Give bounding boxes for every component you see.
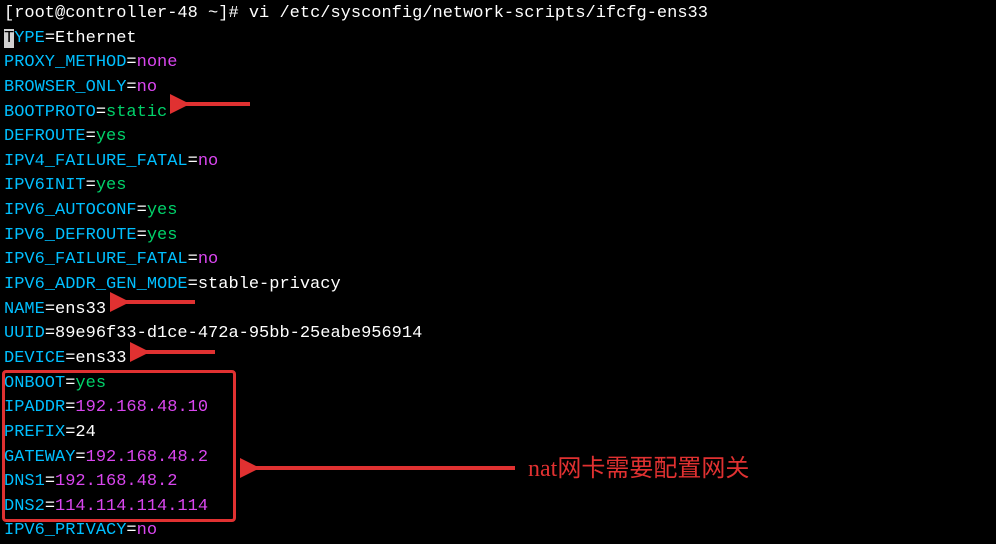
config-val: static	[106, 103, 167, 122]
config-eq: =	[126, 521, 136, 540]
config-key: NAME	[4, 300, 45, 319]
config-line-ipv6def: IPV6_DEFROUTE=yes	[4, 224, 992, 249]
config-line-browser: BROWSER_ONLY=no	[4, 76, 992, 101]
config-line-onboot: ONBOOT=yes	[4, 372, 992, 397]
config-key: UUID	[4, 324, 45, 343]
config-val: stable-privacy	[198, 275, 341, 294]
config-key: BOOTPROTO	[4, 103, 96, 122]
config-eq: =	[188, 152, 198, 171]
config-line-defroute: DEFROUTE=yes	[4, 125, 992, 150]
config-eq: =	[86, 127, 96, 146]
config-key: IPV6_ADDR_GEN_MODE	[4, 275, 188, 294]
config-eq: =	[45, 324, 55, 343]
config-eq: =	[188, 250, 198, 269]
config-key: PREFIX	[4, 423, 65, 442]
config-eq: =	[45, 497, 55, 516]
config-line-dns1: DNS1=192.168.48.2	[4, 470, 992, 495]
config-line-ipaddr: IPADDR=192.168.48.10	[4, 396, 992, 421]
config-val: ens33	[55, 300, 106, 319]
config-val: ens33	[75, 349, 126, 368]
config-val: yes	[147, 201, 178, 220]
prompt-close: ]#	[218, 4, 249, 23]
config-line-ipv6fail: IPV6_FAILURE_FATAL=no	[4, 248, 992, 273]
config-val: 24	[75, 423, 95, 442]
config-eq: =	[65, 398, 75, 417]
config-eq: =	[45, 300, 55, 319]
config-eq: =	[137, 201, 147, 220]
config-eq: =	[45, 29, 55, 48]
config-key: IPV6INIT	[4, 176, 86, 195]
config-key: PROXY_METHOD	[4, 53, 126, 72]
config-key: IPV4_FAILURE_FATAL	[4, 152, 188, 171]
config-eq: =	[65, 374, 75, 393]
config-line-ipv6init: IPV6INIT=yes	[4, 174, 992, 199]
config-eq: =	[75, 448, 85, 467]
config-eq: =	[126, 78, 136, 97]
config-val: yes	[96, 127, 127, 146]
config-key: IPADDR	[4, 398, 65, 417]
config-key: IPV6_DEFROUTE	[4, 226, 137, 245]
config-key: IPV6_FAILURE_FATAL	[4, 250, 188, 269]
config-line-ipv4fail: IPV4_FAILURE_FATAL=no	[4, 150, 992, 175]
prompt-line: [root@controller-48 ~]# vi /etc/sysconfi…	[4, 2, 992, 27]
config-key: IPV6_AUTOCONF	[4, 201, 137, 220]
config-line-gateway: GATEWAY=192.168.48.2	[4, 446, 992, 471]
config-line-ipv6priv: IPV6_PRIVACY=no	[4, 519, 992, 544]
config-val: no	[137, 78, 157, 97]
config-eq: =	[96, 103, 106, 122]
config-eq: =	[86, 176, 96, 195]
config-line-ipv6addr: IPV6_ADDR_GEN_MODE=stable-privacy	[4, 273, 992, 298]
config-eq: =	[65, 349, 75, 368]
config-line-uuid: UUID=89e96f33-d1ce-472a-95bb-25eabe95691…	[4, 322, 992, 347]
config-val: 192.168.48.2	[86, 448, 208, 467]
config-key: IPV6_PRIVACY	[4, 521, 126, 540]
config-eq: =	[126, 53, 136, 72]
config-val: yes	[147, 226, 178, 245]
config-key: GATEWAY	[4, 448, 75, 467]
config-key: DEFROUTE	[4, 127, 86, 146]
config-val: no	[198, 250, 218, 269]
config-line-name: NAME=ens33	[4, 298, 992, 323]
config-val: 192.168.48.2	[55, 472, 177, 491]
config-key: DNS2	[4, 497, 45, 516]
config-line-prefix: PREFIX=24	[4, 421, 992, 446]
config-key: DNS1	[4, 472, 45, 491]
prompt-path: ~	[198, 4, 218, 23]
cursor: T	[4, 29, 14, 48]
config-eq: =	[65, 423, 75, 442]
config-line-bootproto: BOOTPROTO=static	[4, 101, 992, 126]
config-val: no	[137, 521, 157, 540]
annotation-text: nat网卡需要配置网关	[528, 452, 749, 487]
config-val: 89e96f33-d1ce-472a-95bb-25eabe956914	[55, 324, 422, 343]
config-eq: =	[188, 275, 198, 294]
prompt-user: root@controller-48	[14, 4, 198, 23]
config-key: BROWSER_ONLY	[4, 78, 126, 97]
config-eq: =	[137, 226, 147, 245]
config-val: 114.114.114.114	[55, 497, 208, 516]
config-line-ipv6auto: IPV6_AUTOCONF=yes	[4, 199, 992, 224]
config-val: Ethernet	[55, 29, 137, 48]
config-key: DEVICE	[4, 349, 65, 368]
config-val: no	[198, 152, 218, 171]
config-line-device: DEVICE=ens33	[4, 347, 992, 372]
config-val: yes	[96, 176, 127, 195]
config-val: none	[137, 53, 178, 72]
config-eq: =	[45, 472, 55, 491]
config-val: 192.168.48.10	[75, 398, 208, 417]
config-line-type: TYPE=Ethernet	[4, 27, 992, 52]
terminal-output: [root@controller-48 ~]# vi /etc/sysconfi…	[4, 2, 992, 544]
command: vi /etc/sysconfig/network-scripts/ifcfg-…	[249, 4, 708, 23]
config-val: yes	[75, 374, 106, 393]
prompt-open: [	[4, 4, 14, 23]
config-key: ONBOOT	[4, 374, 65, 393]
config-line-dns2: DNS2=114.114.114.114	[4, 495, 992, 520]
config-line-proxy: PROXY_METHOD=none	[4, 51, 992, 76]
config-key: YPE	[14, 29, 45, 48]
